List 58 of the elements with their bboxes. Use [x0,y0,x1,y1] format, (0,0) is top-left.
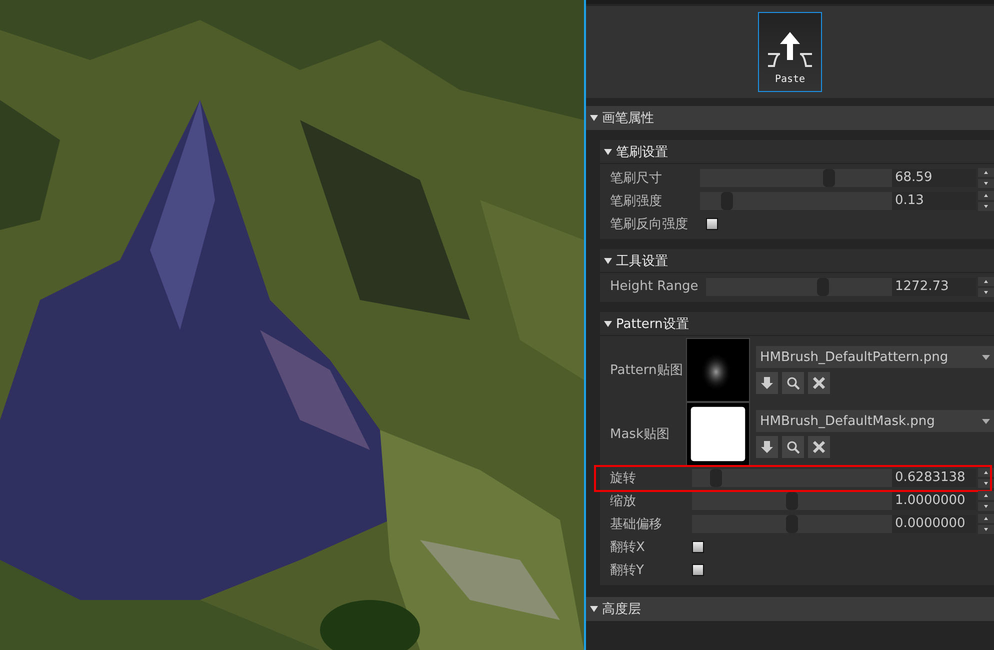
property-label: Height Range [610,279,700,294]
close-button[interactable] [808,372,830,394]
close-button[interactable] [808,436,830,458]
expand-arrow-icon[interactable] [604,258,612,264]
value-field[interactable]: 0.13 [892,192,976,210]
checkbox[interactable] [706,218,718,230]
down-arrow-button[interactable] [756,436,778,458]
checkbox[interactable] [692,540,704,552]
paste-icon [766,30,814,70]
value-field[interactable]: 0.0000000 [892,514,976,532]
property-label: 翻转X [610,538,646,556]
down-arrow-icon [760,376,774,390]
search-icon [786,440,800,454]
pattern-thumbnail [686,338,750,402]
paste-tool-button[interactable]: Paste [758,12,822,92]
checkbox[interactable] [692,564,704,576]
slider-thumb[interactable] [710,468,722,486]
down-arrow-icon [760,440,774,454]
group-title: Pattern设置 [616,316,689,332]
property-label: 翻转Y [610,562,645,578]
expand-arrow-icon[interactable] [604,148,612,154]
spinner-icon[interactable] [978,514,994,534]
group-title: 笔刷设置 [616,144,668,160]
search-button[interactable] [782,436,804,458]
spinner-icon[interactable] [978,490,994,510]
expand-arrow-icon[interactable] [604,320,612,326]
expand-arrow-icon[interactable] [590,606,598,612]
property-label: 笔刷尺寸 [610,170,663,186]
value-field[interactable]: 1.0000000 [892,492,976,510]
group-title: 工具设置 [616,252,668,270]
close-icon [812,376,826,390]
spinner-icon[interactable] [978,190,994,210]
spinner-icon[interactable] [978,276,994,296]
property-label: Pattern贴图 [610,362,684,379]
property-label: 笔刷强度 [610,192,663,210]
slider-thumb[interactable] [786,492,798,510]
search-icon [786,376,800,390]
spinner-icon[interactable] [978,468,994,488]
value-field[interactable]: 1272.73 [892,278,976,296]
file-dropdown[interactable]: HMBrush_DefaultMask.png [756,410,994,432]
property-label: 旋转 [610,470,637,486]
search-button[interactable] [782,372,804,394]
value-field[interactable]: 0.6283138 [892,468,976,486]
file-dropdown[interactable]: HMBrush_DefaultPattern.png [756,346,994,368]
value-field[interactable]: 68.59 [892,168,976,186]
dropdown-caret-icon [982,418,990,424]
property-label: 基础偏移 [610,516,663,532]
mask-thumbnail [686,402,750,466]
spinner-icon[interactable] [978,168,994,188]
property-label: Mask贴图 [610,426,670,443]
section-header[interactable]: 高度层 [586,597,994,621]
down-arrow-button[interactable] [756,372,778,394]
property-label: 笔刷反向强度 [610,216,689,232]
close-icon [812,440,826,454]
property-label: 缩放 [610,492,637,510]
dropdown-caret-icon [982,354,990,360]
section-header[interactable]: 画笔属性 [586,106,994,130]
expand-arrow-icon[interactable] [590,115,598,121]
